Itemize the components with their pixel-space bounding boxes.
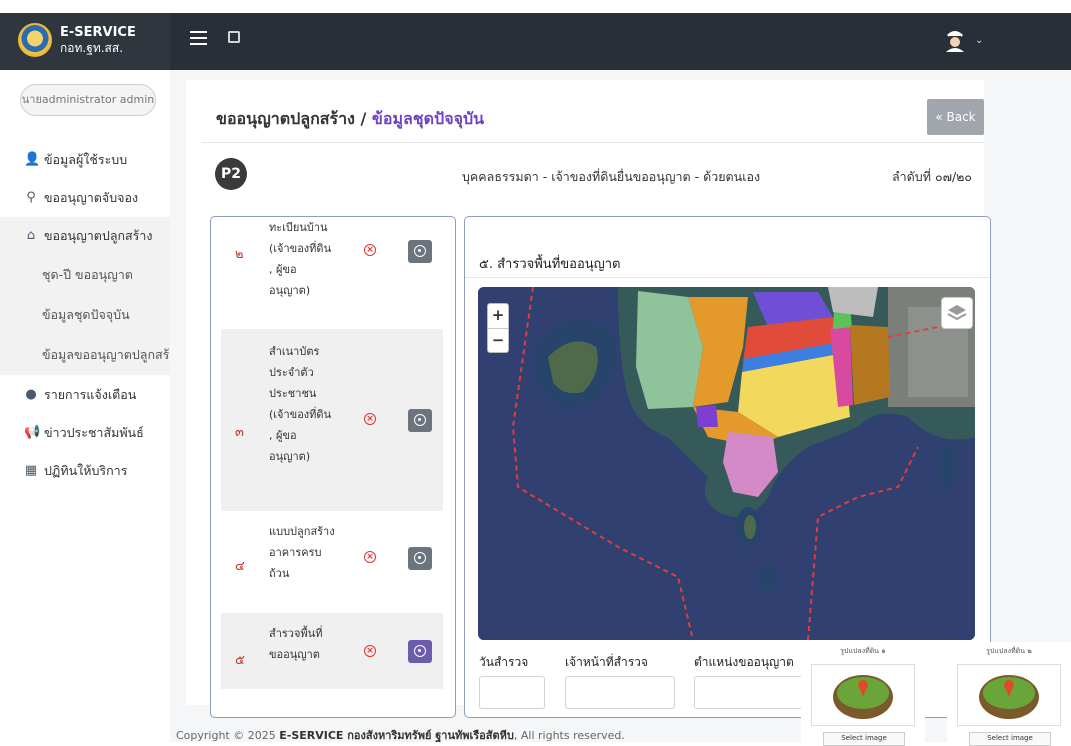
document-label: สำเนาบัตรประจำตัวประชาชน (เจ้าของที่ดิน …: [269, 345, 332, 463]
app-title: E-SERVICE: [60, 25, 136, 40]
footer: Copyright © 2025 E-SERVICE กองสังหาริมทร…: [176, 729, 625, 742]
eye-icon: [414, 552, 426, 564]
home-icon: ⌂: [26, 228, 36, 243]
footer-brand: E-SERVICE กองสังหาริมทรัพย์ ฐานทัพเรือสั…: [279, 729, 514, 742]
submenu-set-year[interactable]: ชุด-ปี ขออนุญาต: [0, 255, 170, 295]
sequence-number: ลำดับที่ ๐๗/๒๐: [892, 169, 973, 184]
select-image-button[interactable]: Select image: [823, 732, 905, 746]
zoom-control: + −: [487, 303, 509, 353]
map-canvas[interactable]: [478, 287, 975, 640]
zoom-out-button[interactable]: −: [488, 329, 508, 353]
survey-date-input[interactable]: [479, 676, 545, 709]
eye-icon: [414, 645, 426, 657]
land-image-card-2: รูปแปลงที่ดิน ๒ Select image: [947, 642, 1071, 746]
survey-date-label: วันสำรวจ: [479, 655, 529, 669]
step-badge: P2: [215, 158, 247, 190]
layers-icon[interactable]: [941, 297, 973, 329]
missing-x-icon: ×: [364, 413, 376, 425]
land-image-card-1: รูปแปลงที่ดิน ๑ Select image: [801, 642, 925, 746]
view-document-button[interactable]: [408, 409, 432, 432]
view-document-button[interactable]: [408, 240, 432, 263]
image-caption: รูปแปลงที่ดิน ๑: [840, 647, 886, 655]
fullscreen-icon[interactable]: [228, 31, 240, 43]
sidebar: นายadministrator admin 👤 ข้อมูลผู้ใช้ระบ…: [0, 70, 182, 742]
land-image-thumbnail: [811, 664, 915, 726]
document-checklist: ๒ ทะเบียนบ้าน (เจ้าของที่ดิน , ผู้ขออนุญ…: [210, 216, 456, 718]
document-label: ทะเบียนบ้าน (เจ้าของที่ดิน , ผู้ขออนุญาต…: [269, 221, 332, 297]
sidebar-item-claim-permit[interactable]: ⚲ ขออนุญาตจับจอง: [0, 179, 170, 217]
view-document-button[interactable]: [408, 547, 432, 570]
top-navbar: E-SERVICE กอท.ฐท.สส. ⌄: [0, 13, 1071, 70]
survey-map[interactable]: + −: [478, 287, 975, 640]
missing-x-icon: ×: [364, 645, 376, 657]
eye-icon: [414, 414, 426, 426]
submenu-build-permit-data[interactable]: ข้อมูลขออนุญาตปลูกสร้าง: [0, 335, 182, 375]
zoom-in-button[interactable]: +: [488, 304, 508, 328]
map-section-title: ๕. สำรวจพื้นที่ขออนุญาต: [479, 257, 621, 272]
submenu-current-set[interactable]: ข้อมูลชุดปัจจุบัน: [0, 295, 170, 335]
image-caption: รูปแปลงที่ดิน ๒: [986, 647, 1032, 655]
calendar-icon: ▦: [24, 463, 38, 478]
alert-icon: ●: [25, 387, 37, 402]
select-image-button[interactable]: Select image: [969, 732, 1051, 746]
document-row: ๕ สำรวจพื้นที่ขออนุญาต ×: [221, 613, 443, 689]
document-label: สำรวจพื้นที่ขออนุญาต: [269, 627, 323, 661]
document-row: ๓ สำเนาบัตรประจำตัวประชาชน (เจ้าของที่ดิ…: [221, 329, 443, 511]
content-panel: ขออนุญาตปลูกสร้าง / ข้อมูลชุดปัจจุบัน « …: [186, 80, 991, 718]
back-button[interactable]: « Back: [927, 99, 984, 135]
user-icon: 👤: [24, 152, 41, 167]
main-content: ขออนุญาตปลูกสร้าง / ข้อมูลชุดปัจจุบัน « …: [170, 70, 1071, 742]
hamburger-menu-icon[interactable]: [190, 31, 207, 45]
header-divider: [202, 142, 984, 143]
megaphone-icon: 📢: [24, 425, 41, 440]
page-title: ขออนุญาตปลูกสร้าง / ข้อมูลชุดปัจจุบัน: [216, 109, 485, 128]
sidebar-item-calendar[interactable]: ▦ ปฏิทินให้บริการ: [0, 452, 170, 490]
brand[interactable]: E-SERVICE กอท.ฐท.สส.: [0, 13, 170, 70]
sidebar-item-build-permit[interactable]: ⌂ ขออนุญาตปลูกสร้าง: [0, 217, 170, 255]
user-caret-icon[interactable]: ⌄: [975, 35, 983, 46]
surveyor-label: เจ้าหน้าที่สำรวจ: [565, 655, 648, 669]
document-number: ๓: [235, 425, 244, 440]
current-user: นายadministrator admin: [20, 84, 156, 116]
land-image-thumbnail: [957, 664, 1061, 726]
sidebar-item-news[interactable]: 📢 ข่าวประชาสัมพันธ์: [0, 414, 170, 452]
view-document-button[interactable]: [408, 640, 432, 663]
document-number: ๕: [235, 653, 245, 668]
permit-position-input[interactable]: [694, 676, 804, 709]
permit-position-label: ตำแหน่งขออนุญาต: [694, 655, 794, 669]
logo-emblem: [18, 23, 52, 57]
document-row: ๒ ทะเบียนบ้าน (เจ้าของที่ดิน , ผู้ขออนุญ…: [221, 217, 443, 329]
land-plot-icon: [833, 675, 893, 719]
map-pin-icon: ⚲: [26, 190, 36, 205]
missing-x-icon: ×: [364, 551, 376, 563]
map-divider: [465, 277, 990, 278]
missing-x-icon: ×: [364, 244, 376, 256]
breadcrumb-current[interactable]: ข้อมูลชุดปัจจุบัน: [372, 109, 484, 128]
eye-icon: [414, 245, 426, 257]
app-subtitle: กอท.ฐท.สส.: [60, 41, 124, 55]
applicant-type: บุคคลธรรมดา - เจ้าของที่ดินยื่นขออนุญาต …: [462, 169, 761, 184]
user-avatar-icon[interactable]: [944, 26, 966, 52]
sidebar-item-users[interactable]: 👤 ข้อมูลผู้ใช้ระบบ: [0, 141, 170, 179]
document-number: ๔: [235, 559, 245, 574]
document-label: แบบปลูกสร้างอาคารครบถ้วน: [269, 525, 335, 580]
document-number: ๒: [235, 247, 244, 262]
land-plot-icon: [979, 675, 1039, 719]
sidebar-item-notifications[interactable]: ● รายการแจ้งเตือน: [0, 376, 170, 414]
document-row: ๔ แบบปลูกสร้างอาคารครบถ้วน ×: [221, 511, 443, 613]
surveyor-input[interactable]: [565, 676, 675, 709]
